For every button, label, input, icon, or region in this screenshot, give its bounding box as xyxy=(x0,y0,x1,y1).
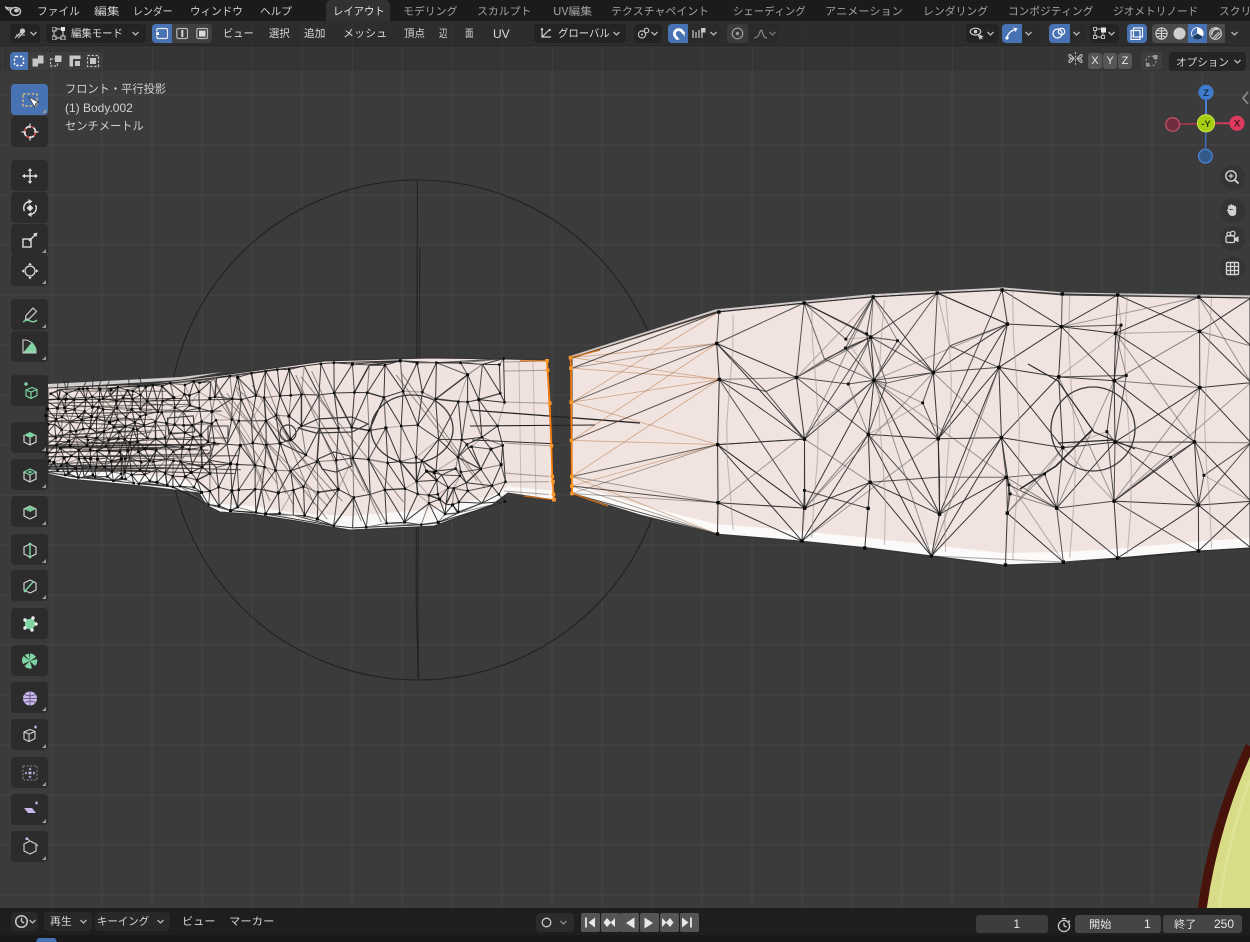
svg-text:X: X xyxy=(1234,119,1241,130)
svg-text:Z: Z xyxy=(1203,88,1209,99)
svg-text:-Y: -Y xyxy=(1201,119,1211,130)
